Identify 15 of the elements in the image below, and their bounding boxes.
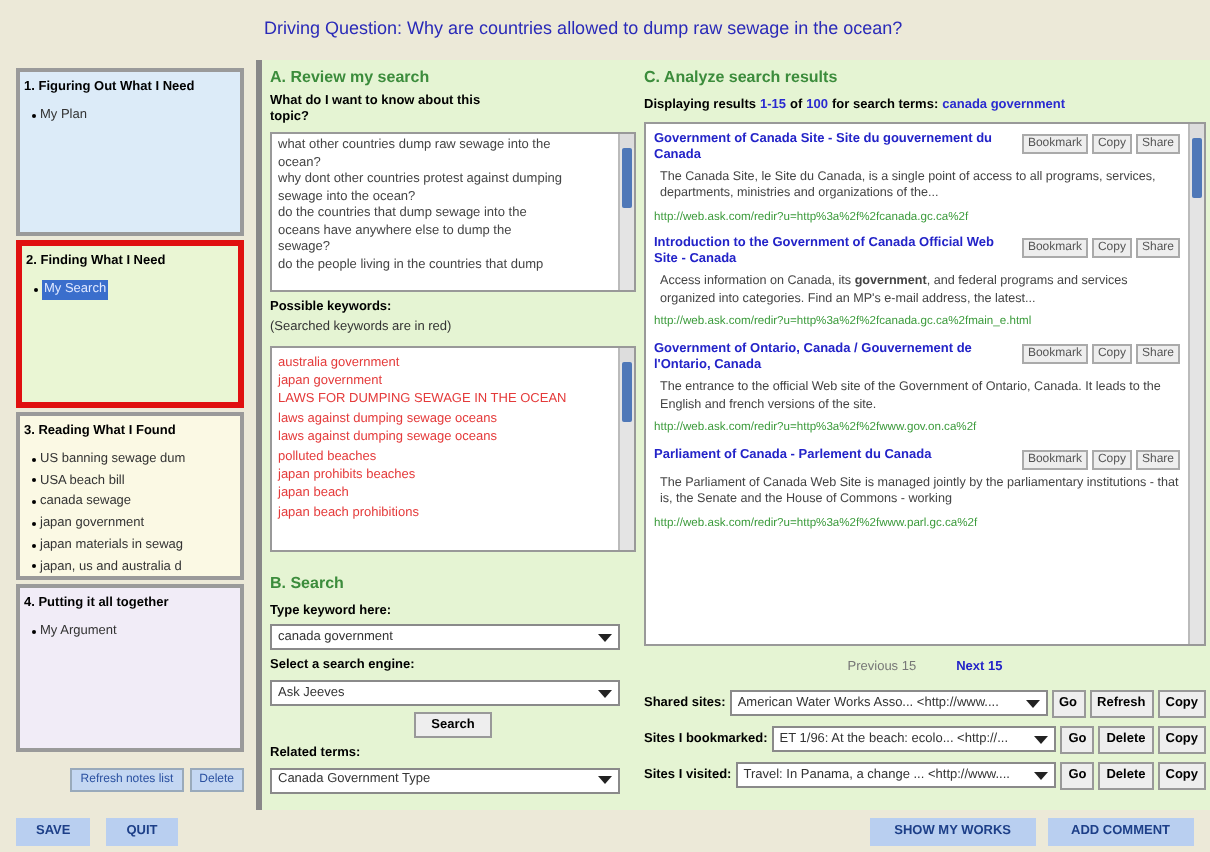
caret-icon: [598, 689, 612, 697]
caret-icon: [1025, 699, 1039, 707]
scrollbar[interactable]: [1188, 123, 1204, 644]
driving-question: Driving Question: Why are countries allowed to dump raw sewage in the ocean?: [264, 16, 903, 43]
section-heading: A. Review my search: [270, 66, 432, 90]
scrollbar[interactable]: [618, 134, 634, 290]
scrollbar[interactable]: [618, 347, 634, 549]
caret-icon: [1034, 771, 1049, 779]
section-heading: C. Analyze search results: [644, 66, 840, 90]
caret-icon: [598, 776, 612, 785]
section-heading: B. Search: [270, 571, 346, 595]
caret-icon: [1034, 735, 1049, 743]
keywords-list[interactable]: [270, 345, 636, 551]
questions-textarea[interactable]: [270, 132, 636, 292]
caret-icon: [598, 633, 612, 642]
